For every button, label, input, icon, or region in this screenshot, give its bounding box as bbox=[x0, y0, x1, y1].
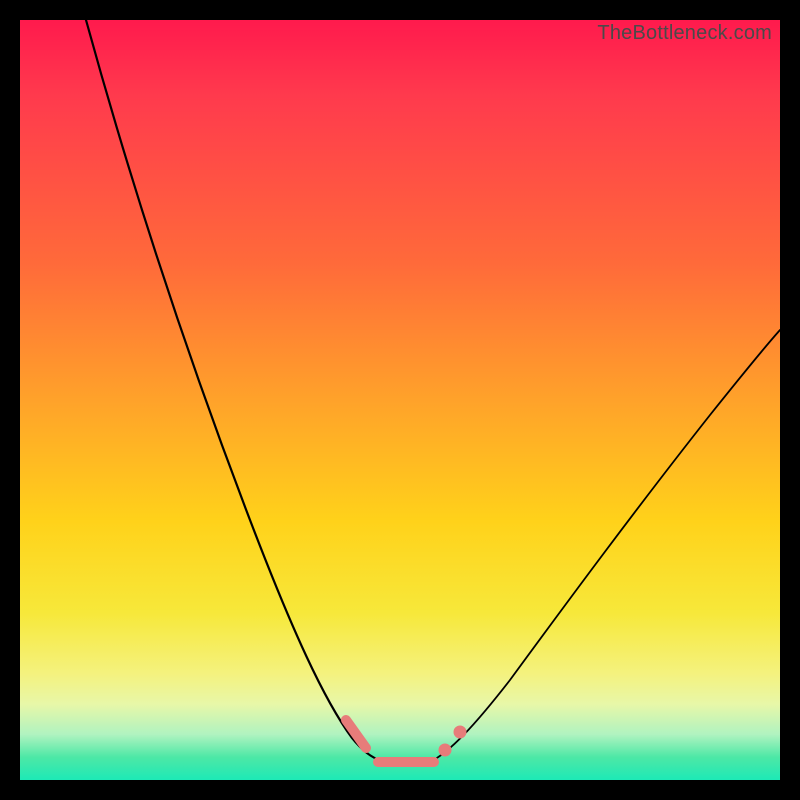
left-branch-curve bbox=[86, 20, 386, 762]
curve-layer bbox=[20, 20, 780, 780]
right-branch-curve bbox=[430, 330, 780, 762]
valley-dots bbox=[439, 726, 466, 756]
plot-area: TheBottleneck.com bbox=[20, 20, 780, 780]
chart-frame: TheBottleneck.com bbox=[0, 0, 800, 800]
valley-markers bbox=[346, 720, 434, 762]
